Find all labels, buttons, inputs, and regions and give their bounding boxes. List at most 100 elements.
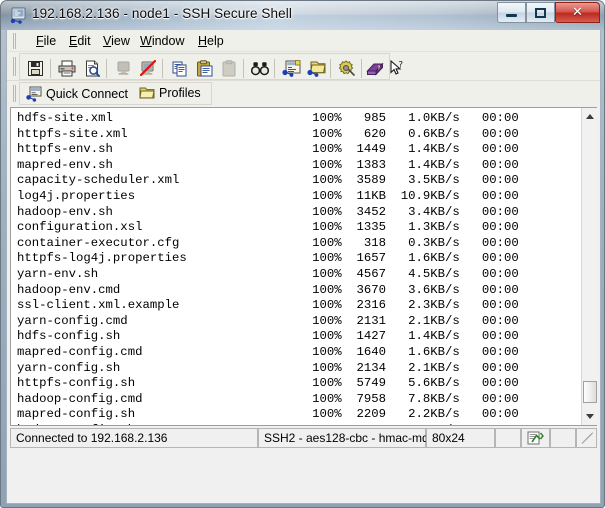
quickbar-drag-handle[interactable] xyxy=(12,85,17,102)
copy-icon xyxy=(171,60,188,77)
status-bar: Connected to 192.168.2.136 SSH2 - aes128… xyxy=(10,428,597,448)
status-cipher: SSH2 - aes128-cbc - hmac-md5 xyxy=(258,428,435,448)
transfer-indicator-icon xyxy=(527,431,544,446)
menu-view[interactable]: View xyxy=(98,33,135,49)
toolbar-separator xyxy=(330,59,331,78)
chevron-up-icon xyxy=(586,114,594,119)
status-spacer-2 xyxy=(550,428,576,448)
svg-text:?: ? xyxy=(398,61,403,71)
connect-icon xyxy=(115,60,132,77)
profiles-button[interactable]: Profiles xyxy=(139,86,201,100)
print-icon xyxy=(58,60,76,77)
folder-icon xyxy=(139,86,155,100)
title-bar[interactable]: 192.168.2.136 - node1 - SSH Secure Shell… xyxy=(1,1,604,30)
terminal-transfer-line: ssl-client.xml.example 100% 2316 2.3KB/s… xyxy=(17,298,519,313)
terminal-transfer-line: hdfs-config.sh 100% 1427 1.4KB/s 00:00 xyxy=(17,329,519,344)
new-terminal-button[interactable] xyxy=(279,57,303,80)
scrollbar-thumb[interactable] xyxy=(583,381,597,403)
toolbar-separator xyxy=(243,59,244,78)
disconnect-icon xyxy=(139,60,157,77)
menu-file[interactable]: File xyxy=(31,33,61,49)
terminal-transfer-line: yarn-env.sh 100% 4567 4.5KB/s 00:00 xyxy=(17,266,519,281)
resize-grip[interactable] xyxy=(576,428,597,448)
toolbar-separator xyxy=(162,59,163,78)
toolbar-separator xyxy=(106,59,107,78)
terminal-transfer-line: hadoop-env.cmd 100% 3670 3.6KB/s 00:00 xyxy=(17,282,519,297)
quick-connect-button[interactable]: Quick Connect xyxy=(26,86,128,102)
menu-edit[interactable]: Edit xyxy=(64,33,96,49)
save-icon xyxy=(27,60,44,77)
paste-disabled-button xyxy=(217,57,241,80)
status-spacer-1 xyxy=(495,428,521,448)
context-help-button[interactable]: ? xyxy=(385,57,409,80)
terminal-transfer-line: yarn-config.cmd 100% 2131 2.1KB/s 00:00 xyxy=(17,313,519,328)
help-book-icon: ? xyxy=(366,60,384,77)
toolbar-drag-handle[interactable] xyxy=(12,57,17,76)
quick-connect-icon xyxy=(26,86,42,102)
print-preview-icon xyxy=(84,60,101,77)
toolbar: ? ? xyxy=(7,52,600,81)
toolbar-separator xyxy=(361,59,362,78)
status-transfer-indicator xyxy=(521,428,550,448)
terminal-transfer-line: mapred-config.cmd 100% 1640 1.6KB/s 00:0… xyxy=(17,344,519,359)
terminal-transfer-line: mapred-config.sh 100% 2209 2.2KB/s 00:00 xyxy=(17,407,519,422)
toolbar-separator xyxy=(50,59,51,78)
close-icon: ✕ xyxy=(572,5,583,20)
quick-connect-label: Quick Connect xyxy=(46,87,128,101)
menu-bar: File Edit View Window Help xyxy=(7,30,600,52)
quick-connect-bar: Quick Connect Profiles xyxy=(7,81,600,106)
ssh-secure-shell-window: 192.168.2.136 - node1 - SSH Secure Shell… xyxy=(0,0,605,508)
terminal-transfer-line: hadoop-config.cmd 100% 7958 7.8KB/s 00:0… xyxy=(17,391,519,406)
menu-drag-handle[interactable] xyxy=(12,33,17,49)
scroll-up-button[interactable] xyxy=(582,108,598,125)
terminal-transfer-line: httpfs-config.sh 100% 5749 5.6KB/s 00:00 xyxy=(17,376,519,391)
terminal-output[interactable]: hdfs-site.xml 100% 985 1.0KB/s 00:00 http… xyxy=(11,108,581,425)
toolbar-separator xyxy=(274,59,275,78)
file-transfer-icon xyxy=(306,60,326,77)
close-button[interactable]: ✕ xyxy=(555,2,600,23)
new-terminal-icon xyxy=(281,60,301,77)
resize-grip-icon xyxy=(581,432,594,445)
find-icon xyxy=(251,61,269,76)
svg-text:?: ? xyxy=(377,66,380,72)
paste-disabled-icon xyxy=(221,60,238,77)
terminal-transfer-line: capacity-scheduler.xml 100% 3589 3.5KB/s… xyxy=(17,173,519,188)
context-help-icon: ? xyxy=(389,60,406,77)
client-area: File Edit View Window Help ? ? Quick Con… xyxy=(6,30,601,504)
scroll-down-button[interactable] xyxy=(582,408,598,425)
minimize-button[interactable] xyxy=(497,2,526,23)
ssh-app-icon xyxy=(10,7,27,24)
terminal-transfer-line: httpfs-site.xml 100% 620 0.6KB/s 00:00 xyxy=(17,126,519,141)
paste-icon xyxy=(196,60,213,77)
save-button[interactable] xyxy=(23,57,47,80)
terminal-transfer-line: httpfs-env.sh 100% 1449 1.4KB/s 00:00 xyxy=(17,142,519,157)
terminal-transfer-line: httpfs-log4j.properties 100% 1657 1.6KB/… xyxy=(17,251,519,266)
maximize-button[interactable] xyxy=(526,2,555,23)
paste-button[interactable] xyxy=(192,57,216,80)
terminal-transfer-line: hdfs-site.xml 100% 985 1.0KB/s 00:00 xyxy=(17,111,519,125)
terminal-transfer-line: hadoop-env.sh 100% 3452 3.4KB/s 00:00 xyxy=(17,204,519,219)
disconnect-button[interactable] xyxy=(136,57,160,80)
terminal-transfer-line: mapred-env.sh 100% 1383 1.4KB/s 00:00 xyxy=(17,157,519,172)
help-book-button[interactable]: ? xyxy=(363,57,387,80)
print-preview-button[interactable] xyxy=(80,57,104,80)
terminal-transfer-line: configuration.xsl 100% 1335 1.3KB/s 00:0… xyxy=(17,220,519,235)
terminal-transfer-line: yarn-config.sh 100% 2134 2.1KB/s 00:00 xyxy=(17,360,519,375)
settings-icon xyxy=(338,60,356,77)
terminal-panel: hdfs-site.xml 100% 985 1.0KB/s 00:00 http… xyxy=(10,107,598,426)
menu-window[interactable]: Window xyxy=(135,33,189,49)
chevron-down-icon xyxy=(586,414,594,419)
status-connection: Connected to 192.168.2.136 xyxy=(10,428,258,448)
menu-help[interactable]: Help xyxy=(193,33,229,49)
file-transfer-button[interactable] xyxy=(304,57,328,80)
print-button[interactable] xyxy=(55,57,79,80)
terminal-transfer-line: container-executor.cfg 100% 318 0.3KB/s … xyxy=(17,235,519,250)
connect-button xyxy=(111,57,135,80)
settings-button[interactable] xyxy=(335,57,359,80)
find-button[interactable] xyxy=(248,57,272,80)
terminal-transfer-line: hadoop-config.sh 100% 9792 9.6KB/s 00:00 xyxy=(17,423,581,425)
copy-button[interactable] xyxy=(167,57,191,80)
terminal-vertical-scrollbar[interactable] xyxy=(581,108,598,425)
profiles-label: Profiles xyxy=(159,86,201,100)
status-terminal-size: 80x24 xyxy=(426,428,495,448)
